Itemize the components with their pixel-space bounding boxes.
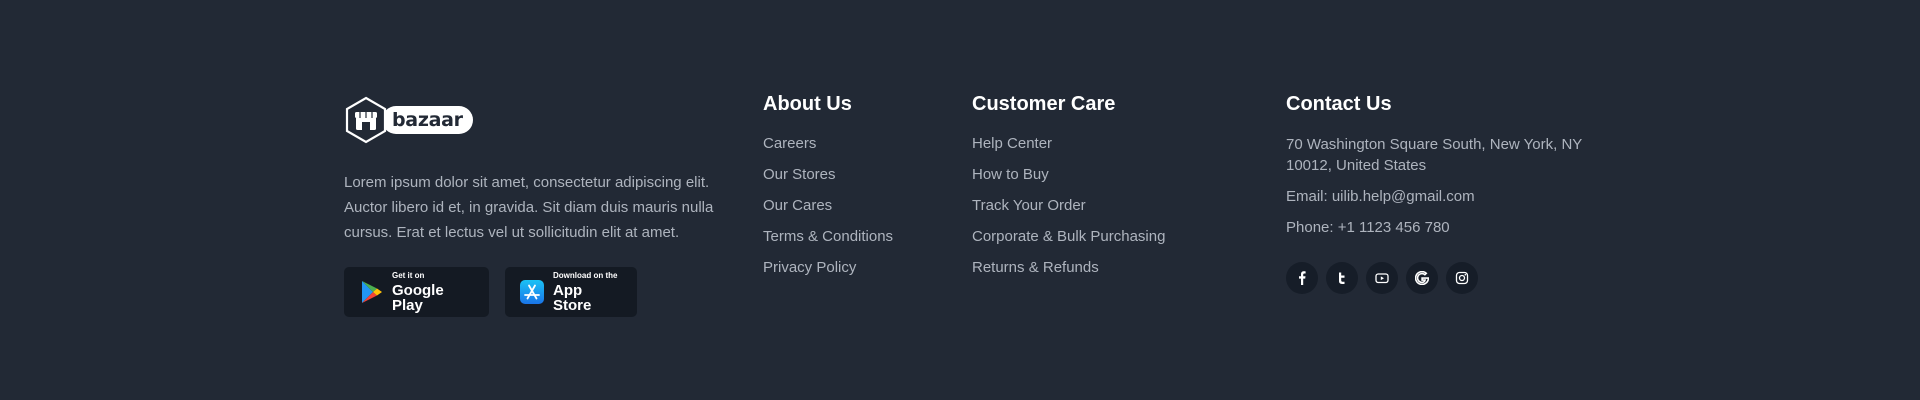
contact-us-title: Contact Us (1286, 93, 1392, 115)
track-order-link[interactable]: Track Your Order (972, 197, 1086, 214)
logo[interactable]: bazaar (344, 96, 724, 144)
list-item: Careers (763, 134, 893, 154)
youtube-button[interactable] (1366, 262, 1398, 294)
list-item: How to Buy (972, 165, 1165, 185)
facebook-icon (1299, 271, 1306, 285)
google-button[interactable] (1406, 262, 1438, 294)
contact-phone: Phone: +1 1123 456 780 (1286, 219, 1450, 236)
facebook-button[interactable] (1286, 262, 1318, 294)
list-item: Privacy Policy (763, 258, 893, 278)
app-store-label: App Store (553, 281, 592, 314)
list-item: Our Cares (763, 196, 893, 216)
app-store-small-label: Download on the (553, 270, 618, 280)
google-play-label: Google Play (392, 281, 444, 314)
app-store-buttons: Get it on Google Play Download on the Ap… (344, 267, 724, 317)
brand-column: bazaar Lorem ipsum dolor sit amet, conse… (344, 96, 724, 317)
how-to-buy-link[interactable]: How to Buy (972, 166, 1049, 183)
twitter-button[interactable] (1326, 262, 1358, 294)
careers-link[interactable]: Careers (763, 135, 816, 152)
social-links (1286, 262, 1606, 294)
app-store-button[interactable]: Download on the App Store (505, 267, 637, 317)
logo-text: bazaar (382, 106, 473, 134)
returns-refunds-link[interactable]: Returns & Refunds (972, 259, 1099, 276)
our-cares-link[interactable]: Our Cares (763, 197, 832, 214)
google-play-button[interactable]: Get it on Google Play (344, 267, 489, 317)
about-us-links: Careers Our Stores Our Cares Terms & Con… (763, 134, 893, 278)
contact-us-column: Contact Us 70 Washington Square South, N… (1286, 92, 1606, 294)
contact-address: 70 Washington Square South, New York, NY… (1286, 136, 1583, 174)
app-store-text: Download on the App Store (553, 270, 623, 314)
terms-conditions-link[interactable]: Terms & Conditions (763, 228, 893, 245)
google-play-icon (358, 279, 384, 305)
privacy-policy-link[interactable]: Privacy Policy (763, 259, 856, 276)
youtube-icon (1375, 273, 1389, 284)
help-center-link[interactable]: Help Center (972, 135, 1052, 152)
instagram-button[interactable] (1446, 262, 1478, 294)
list-item: Returns & Refunds (972, 258, 1165, 278)
our-stores-link[interactable]: Our Stores (763, 166, 836, 183)
twitter-icon (1339, 272, 1345, 284)
google-icon (1415, 271, 1429, 285)
list-item: Help Center (972, 134, 1165, 154)
store-icon (344, 96, 388, 144)
about-us-column: About Us Careers Our Stores Our Cares Te… (763, 92, 893, 289)
google-play-small-label: Get it on (392, 270, 425, 280)
contact-email: Email: uilib.help@gmail.com (1286, 188, 1475, 205)
customer-care-title: Customer Care (972, 93, 1116, 115)
customer-care-column: Customer Care Help Center How to Buy Tra… (972, 92, 1165, 289)
site-footer: bazaar Lorem ipsum dolor sit amet, conse… (0, 0, 1920, 400)
list-item: Terms & Conditions (763, 227, 893, 247)
google-play-text: Get it on Google Play (392, 270, 475, 314)
list-item: Track Your Order (972, 196, 1165, 216)
list-item: Corporate & Bulk Purchasing (972, 227, 1165, 247)
app-store-icon (519, 279, 545, 305)
instagram-icon (1455, 271, 1469, 285)
list-item: Our Stores (763, 165, 893, 185)
about-us-title: About Us (763, 93, 852, 115)
customer-care-links: Help Center How to Buy Track Your Order … (972, 134, 1165, 278)
bulk-purchasing-link[interactable]: Corporate & Bulk Purchasing (972, 228, 1165, 245)
brand-description: Lorem ipsum dolor sit amet, consectetur … (344, 174, 714, 241)
